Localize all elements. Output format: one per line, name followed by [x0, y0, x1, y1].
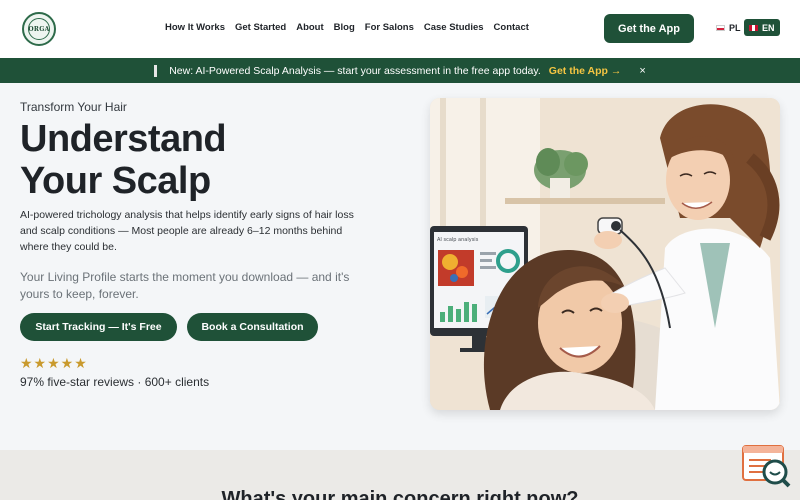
language-en-label: EN: [762, 22, 775, 33]
nav-get-started[interactable]: Get Started: [235, 22, 286, 33]
banner-text: New: AI-Powered Scalp Analysis — start y…: [169, 64, 541, 77]
hero-title-line-1: Understand: [20, 118, 227, 160]
hero-title-line-2: Your Scalp: [20, 160, 211, 202]
rating-stars: ★★★★★: [20, 355, 88, 371]
hero-title: Understand Your Scalp: [20, 118, 380, 202]
poland-flag-icon: [716, 24, 725, 31]
hero-subtext: Your Living Profile starts the moment yo…: [20, 270, 350, 301]
language-pl-button[interactable]: PL: [711, 19, 746, 36]
language-en-button[interactable]: EN: [744, 19, 780, 36]
logo-text: ORGA: [28, 18, 50, 40]
nav-about[interactable]: About: [296, 22, 323, 33]
nav-how-it-works[interactable]: How It Works: [165, 22, 225, 33]
brand-logo[interactable]: ORGA: [22, 12, 56, 46]
hero-description: AI-powered trichology analysis that help…: [20, 209, 354, 253]
concern-heading: What's your main concern right now?: [221, 488, 579, 500]
nav-contact[interactable]: Contact: [494, 22, 529, 33]
uk-flag-icon: [749, 24, 758, 31]
hero-image: AI scalp analysis: [430, 98, 780, 410]
language-pl-label: PL: [729, 22, 741, 33]
nav-blog[interactable]: Blog: [334, 22, 355, 33]
hero-eyebrow: Transform Your Hair: [20, 100, 127, 114]
monitor-title: AI scalp analysis: [437, 237, 479, 243]
announcement-banner: New: AI-Powered Scalp Analysis — start y…: [0, 58, 800, 83]
announcement-icon: [154, 64, 158, 77]
close-icon[interactable]: ×: [639, 65, 645, 77]
get-the-app-button[interactable]: Get the App: [604, 14, 694, 43]
reviews-summary: 97% five-star reviews · 600+ clients: [20, 375, 210, 389]
chat-search-icon[interactable]: [741, 444, 791, 488]
site-header: ORGA How It Works Get Started About Blog…: [0, 0, 800, 58]
nav-for-salons[interactable]: For Salons: [365, 22, 414, 33]
nav-case-studies[interactable]: Case Studies: [424, 22, 484, 33]
main-nav: How It Works Get Started About Blog For …: [165, 22, 529, 33]
start-tracking-button[interactable]: Start Tracking — It's Free: [20, 313, 177, 341]
banner-get-app-link[interactable]: Get the App →: [549, 65, 622, 77]
book-consultation-button[interactable]: Book a Consultation: [187, 313, 318, 341]
